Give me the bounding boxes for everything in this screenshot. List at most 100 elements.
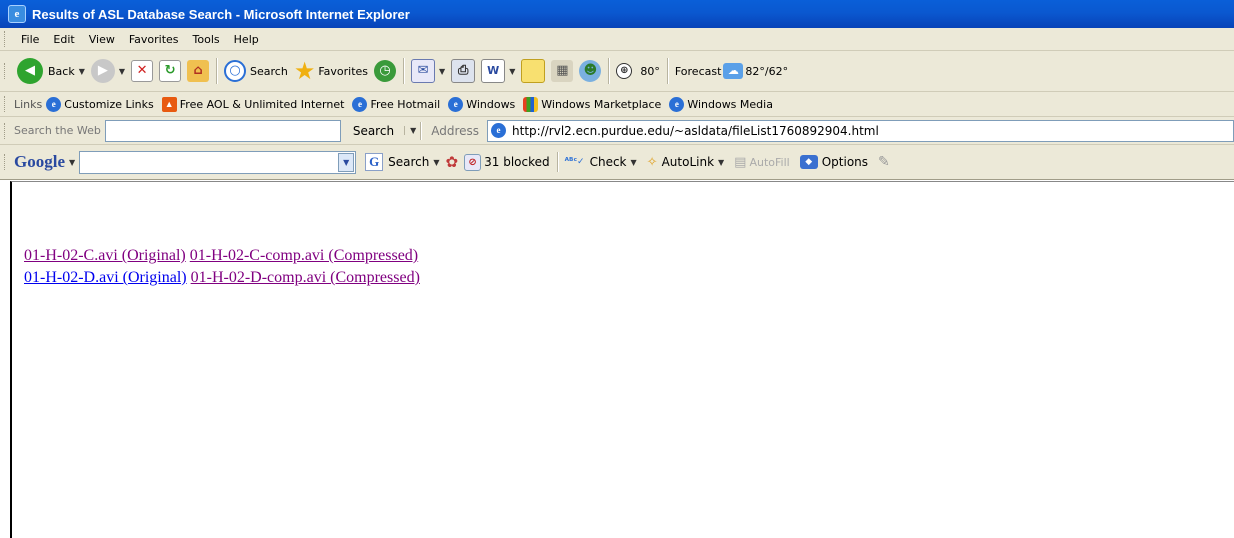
link-windows-marketplace[interactable]: Windows Marketplace (523, 96, 661, 112)
link-windows[interactable]: e Windows (448, 96, 516, 112)
chevron-down-icon[interactable]: ▼ (79, 67, 85, 76)
stop-icon: ✕ (131, 60, 154, 82)
google-search-button[interactable]: G Search ▼ (362, 153, 442, 171)
google-toolbar: Google ▼ ▼ G Search ▼ ✿ ⊘ 31 blocked ᴬᴮᶜ… (0, 145, 1234, 180)
search-web-button-label: Search (352, 123, 395, 138)
menu-edit[interactable]: Edit (46, 33, 81, 46)
autolink-button[interactable]: ✧ AutoLink ▼ (644, 155, 728, 170)
original-file-link[interactable]: 01-H-02-C.avi (Original) (24, 247, 186, 264)
forward-button[interactable]: ▶ ▼ (88, 59, 128, 83)
chevron-down-icon[interactable]: ▼ (119, 67, 125, 76)
google-logo[interactable]: Google (14, 152, 65, 172)
chevron-down-icon[interactable]: ▼ (433, 158, 439, 167)
toolbar-grip[interactable] (4, 154, 8, 170)
chevron-down-icon[interactable]: ▼ (69, 158, 75, 167)
toolbar-grip[interactable] (4, 31, 8, 47)
pagerank-button[interactable]: ✿ (443, 153, 462, 171)
links-bar: Links e Customize Links ▲ Free AOL & Unl… (0, 92, 1234, 117)
autofill-icon: ▤ (734, 154, 747, 170)
home-button[interactable]: ⌂ (184, 60, 212, 82)
google-g-icon: G (365, 153, 384, 171)
chevron-down-icon[interactable]: ▼ (338, 152, 355, 172)
print-button[interactable]: ⎙ (448, 59, 478, 83)
stop-button[interactable]: ✕ (128, 60, 156, 82)
options-icon: ◆ (799, 155, 818, 169)
toolbar-separator (216, 58, 218, 84)
address-input[interactable]: e http://rvl2.ecn.purdue.edu/~asldata/fi… (487, 119, 1234, 142)
research-button[interactable]: ▦ (548, 60, 576, 82)
refresh-icon: ↻ (159, 60, 182, 82)
link-label: Free AOL & Unlimited Internet (179, 97, 345, 111)
forecast-temps: 82°/62° (745, 64, 789, 78)
search-button[interactable]: ○ Search (221, 60, 291, 82)
highlighter-button[interactable]: ✎ (875, 154, 893, 170)
search-web-input[interactable] (104, 119, 341, 142)
toolbar-separator (608, 58, 610, 84)
autofill-label: AutoFill (749, 155, 790, 169)
result-row: 01-H-02-C.avi (Original) 01-H-02-C-comp.… (24, 245, 1234, 267)
history-icon: ◷ (374, 60, 397, 82)
link-free-hotmail[interactable]: e Free Hotmail (352, 96, 441, 112)
toolbar-separator (403, 58, 405, 84)
menu-tools[interactable]: Tools (186, 33, 227, 46)
toolbar-grip[interactable] (4, 122, 8, 139)
address-url: http://rvl2.ecn.purdue.edu/~asldata/file… (512, 123, 879, 138)
search-web-button[interactable]: Search ▼ (347, 124, 416, 138)
forecast-button[interactable]: Forecast ☁ 82°/62° (672, 63, 791, 79)
messenger-button[interactable]: ☻ (576, 60, 604, 82)
options-button[interactable]: ◆ Options (797, 155, 871, 169)
popup-blocker-button[interactable]: ⊘ 31 blocked (461, 153, 553, 171)
menu-file[interactable]: File (14, 33, 46, 46)
toolbar-separator (556, 152, 558, 172)
ie-logo-icon: e (8, 5, 26, 23)
search-label: Search (250, 64, 288, 78)
address-label: Address (431, 123, 480, 138)
browser-window: e Results of ASL Database Search - Micro… (0, 0, 1234, 538)
ie-page-icon: e (448, 96, 464, 112)
compressed-file-link[interactable]: 01-H-02-D-comp.avi (Compressed) (191, 269, 420, 286)
link-free-aol[interactable]: ▲ Free AOL & Unlimited Internet (161, 96, 345, 112)
chevron-down-icon[interactable]: ▼ (439, 67, 445, 76)
history-button[interactable]: ◷ (371, 60, 399, 82)
compressed-file-link[interactable]: 01-H-02-C-comp.avi (Compressed) (190, 247, 418, 264)
toolbar-grip[interactable] (4, 96, 8, 112)
autolink-wand-icon: ✧ (646, 154, 658, 170)
chevron-down-icon[interactable]: ▼ (509, 67, 515, 76)
ie-page-icon: e (46, 96, 62, 112)
mail-button[interactable]: ✉ ▼ (408, 59, 448, 83)
edit-button[interactable]: W ▼ (478, 59, 518, 83)
favorites-button[interactable]: ★ Favorites (291, 59, 371, 83)
menu-favorites[interactable]: Favorites (122, 33, 186, 46)
link-label: Windows (466, 97, 516, 111)
menu-help[interactable]: Help (227, 33, 266, 46)
chevron-down-icon[interactable]: ▼ (718, 158, 724, 167)
menu-view[interactable]: View (82, 33, 122, 46)
favorites-star-icon: ★ (293, 57, 316, 85)
weather-button[interactable]: ⊕ 80° (613, 63, 663, 79)
refresh-button[interactable]: ↻ (156, 60, 184, 82)
autofill-button[interactable]: ▤ AutoFill (731, 155, 793, 170)
link-windows-media[interactable]: e Windows Media (669, 96, 773, 112)
google-search-input[interactable]: ▼ (79, 150, 357, 174)
page-content: 01-H-02-C.avi (Original) 01-H-02-C-comp.… (10, 181, 1234, 538)
spellcheck-button[interactable]: ᴬᴮᶜ✓ Check ▼ (562, 155, 640, 169)
back-button[interactable]: ◀ Back ▼ (14, 58, 88, 84)
partly-cloudy-icon: ☁ (723, 63, 744, 79)
window-title: Results of ASL Database Search - Microso… (32, 6, 410, 22)
link-label: Customize Links (64, 97, 154, 111)
discuss-button[interactable] (518, 59, 548, 83)
link-label: Windows Media (687, 97, 773, 111)
toolbar-grip[interactable] (4, 63, 8, 79)
link-customize-links[interactable]: e Customize Links (46, 96, 154, 112)
windows-flag-icon (523, 96, 539, 112)
link-label: Free Hotmail (370, 97, 441, 111)
back-label: Back (48, 64, 75, 78)
spellcheck-icon: ᴬᴮᶜ✓ (564, 157, 585, 167)
chevron-down-icon[interactable]: ▼ (404, 126, 416, 135)
title-bar[interactable]: e Results of ASL Database Search - Micro… (0, 0, 1234, 28)
ie-page-icon: e (669, 96, 685, 112)
options-label: Options (821, 155, 869, 169)
mail-icon: ✉ (411, 59, 436, 83)
chevron-down-icon[interactable]: ▼ (631, 158, 637, 167)
original-file-link[interactable]: 01-H-02-D.avi (Original) (24, 269, 187, 286)
